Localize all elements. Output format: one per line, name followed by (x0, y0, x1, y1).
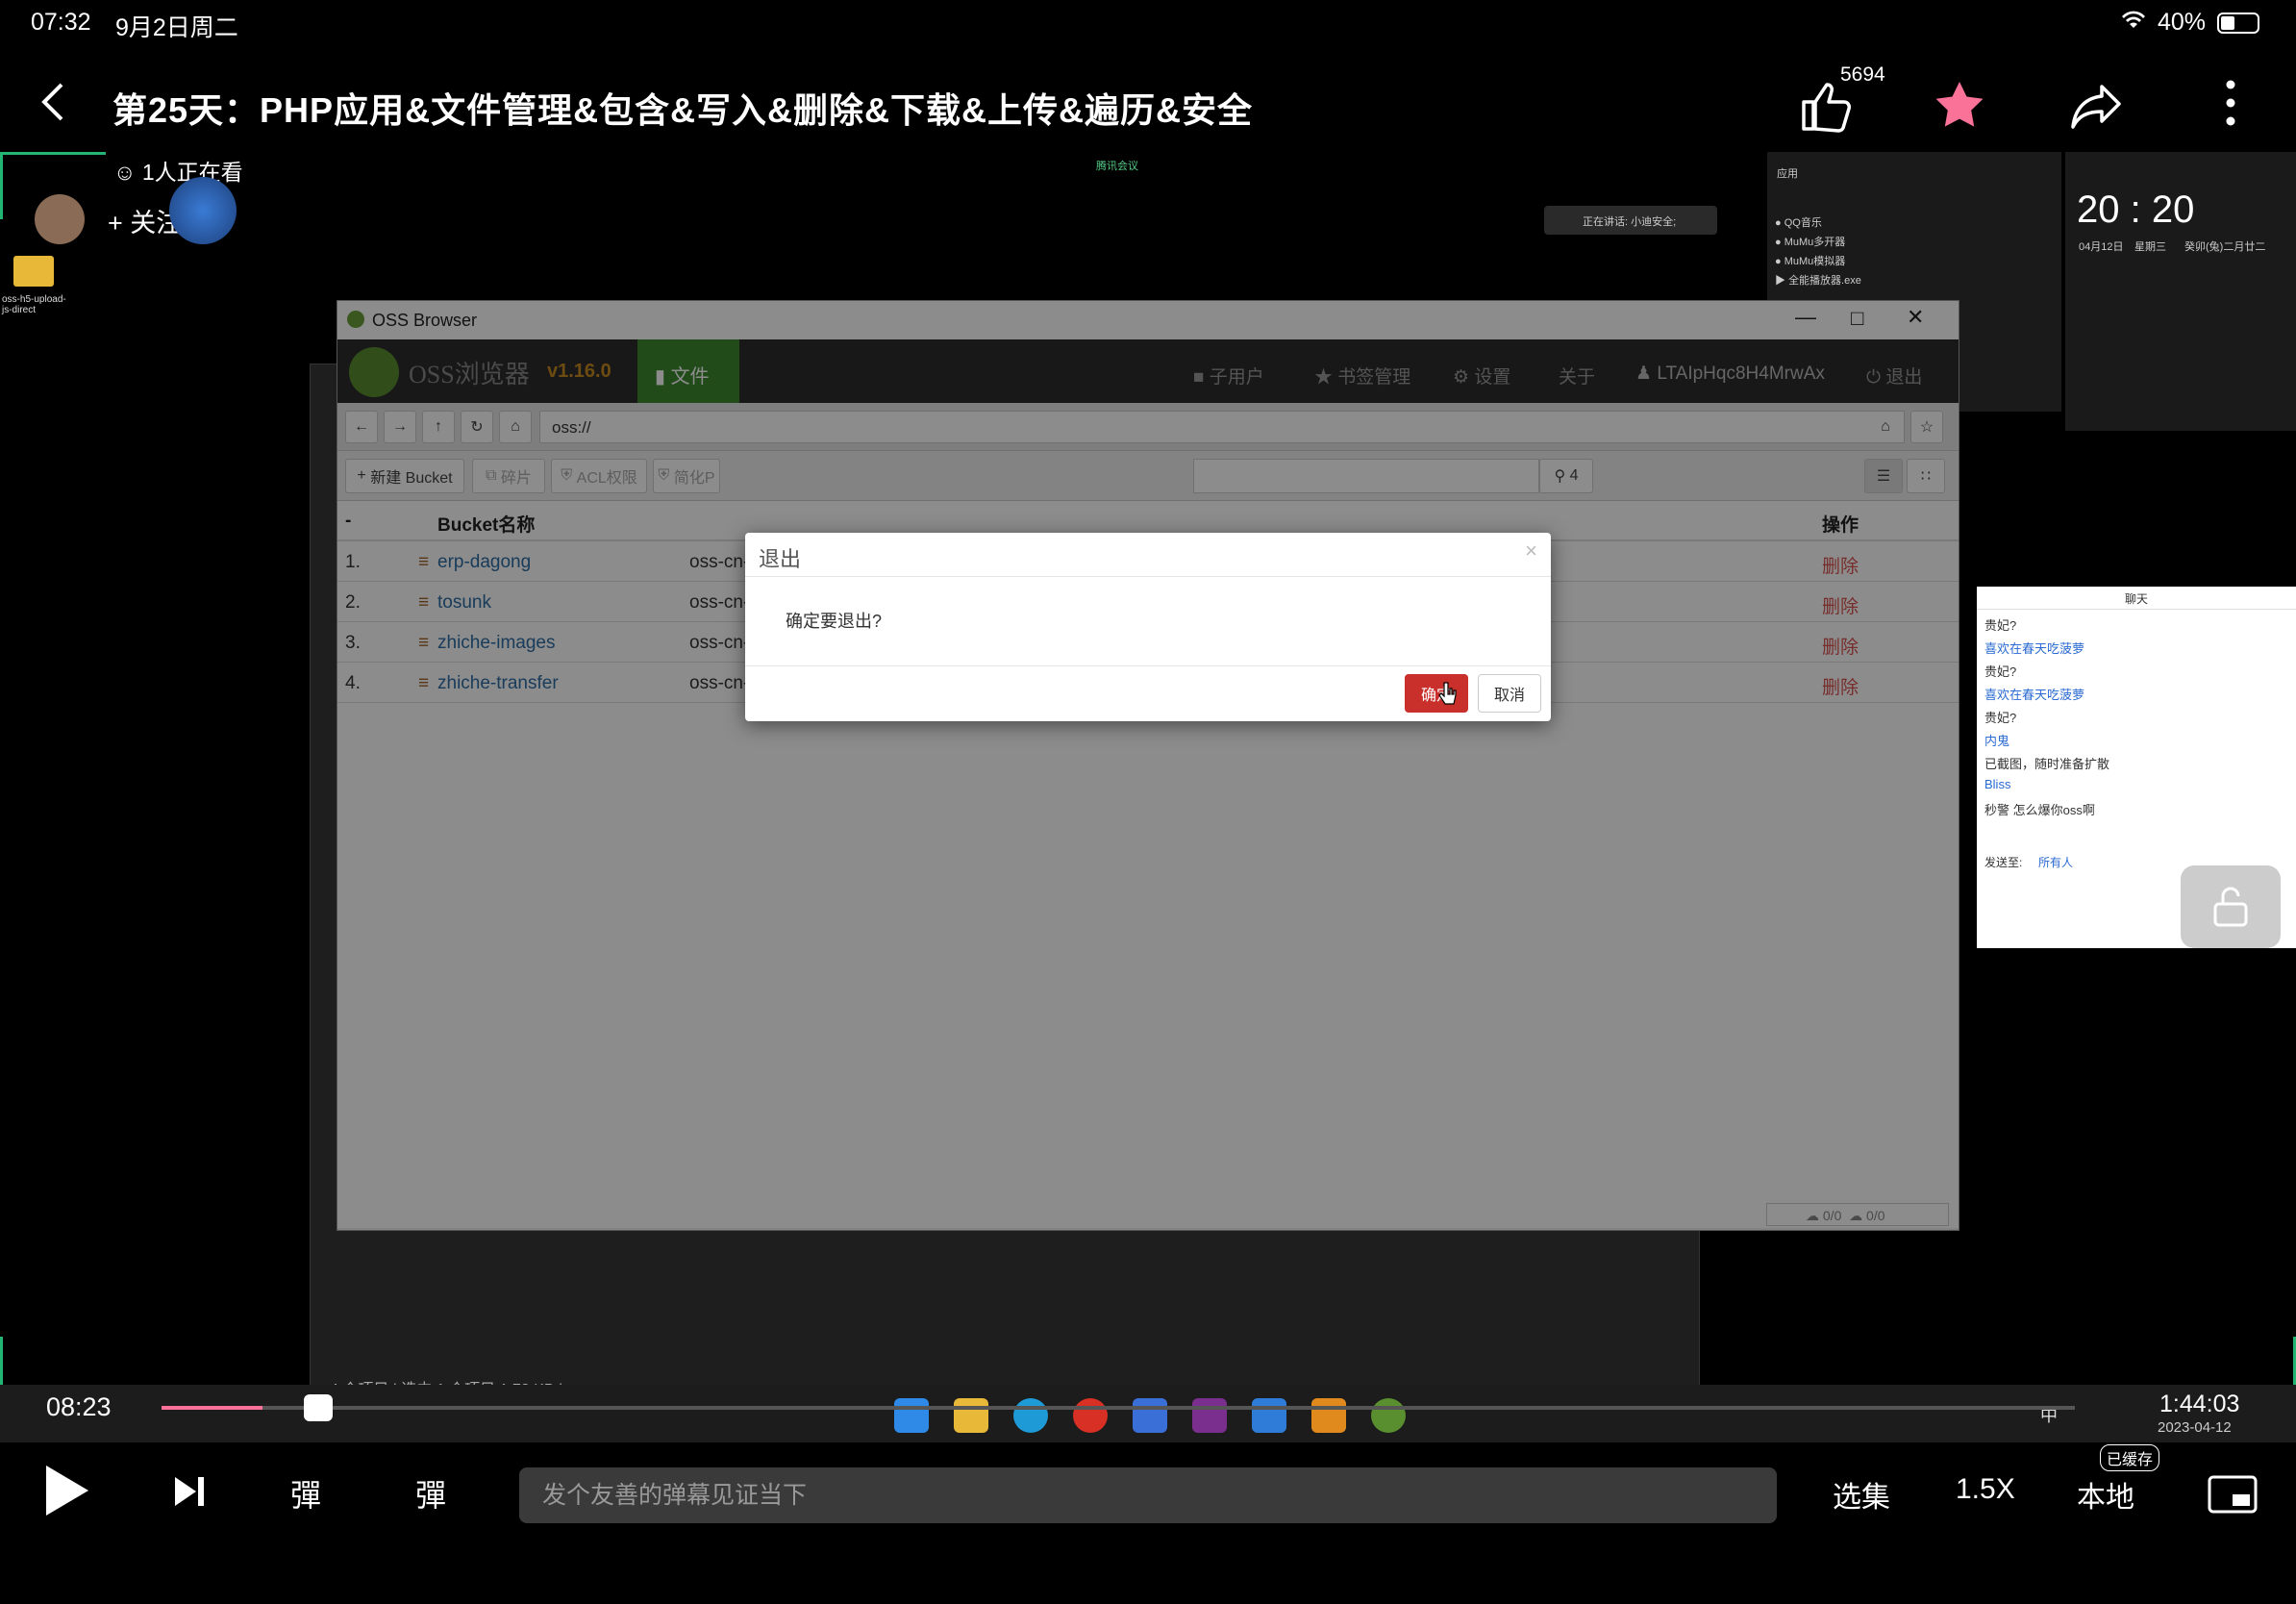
chat-window: 聊天 贵妃? 喜欢在春天吃菠萝 贵妃? 喜欢在春天吃菠萝 贵妃? 内鬼已截图，随时准备扩散… (1977, 587, 2296, 948)
danmu-input[interactable]: 发个友善的弹幕见证当下 (519, 1467, 1777, 1523)
back-button[interactable] (38, 81, 67, 131)
unlock-icon (2213, 887, 2248, 927)
chat-message: 喜欢在春天吃菠萝 (1984, 688, 2085, 702)
oss-browser-icon[interactable] (1371, 1398, 1406, 1433)
danmu-settings-button[interactable]: 彈 (415, 1471, 446, 1516)
progress-fill (162, 1406, 263, 1410)
chat-message: Bliss (1984, 777, 2011, 791)
progress-bar[interactable] (162, 1406, 2075, 1410)
share-button[interactable] (2069, 79, 2123, 138)
taskbar-date: 2023-04-12 (2158, 1419, 2232, 1436)
folder-label: oss-h5-upload-js-direct (2, 294, 66, 315)
app-item[interactable]: ● QQ音乐 (1775, 213, 1861, 233)
chat-title: 聊天 (1977, 587, 2296, 610)
status-time: 07:32 (31, 9, 91, 36)
skip-next-icon (175, 1477, 204, 1506)
dialog-title: 退出 (759, 547, 802, 571)
chat-message: 贵妃? (1984, 664, 2017, 679)
meeting-status: 正在讲话: 小迪安全; (1544, 206, 1717, 235)
person-icon: ☺ (113, 160, 142, 185)
next-button[interactable] (173, 1475, 206, 1513)
picture-in-picture-icon (2208, 1475, 2258, 1514)
dialog-footer: 确定 取消 (745, 665, 1551, 721)
screen-lock-button[interactable] (2181, 865, 2281, 948)
windows-taskbar: 中 1:44:03 2023-04-12 (0, 1385, 2296, 1448)
cached-badge: 已缓存 (2100, 1444, 2160, 1471)
share-icon (2071, 85, 2121, 129)
like-count: 5694 (1840, 63, 1885, 86)
chat-message: 已截图，随时准备扩散 (1984, 757, 2110, 771)
oss-browser-window: OSS Browser — □ ✕ OSS浏览器 v1.16.0 ▮ 文件 ■ … (337, 300, 1959, 1231)
file-explorer-icon[interactable] (954, 1398, 988, 1433)
favorite-button[interactable] (1933, 79, 1986, 138)
battery-icon (2217, 12, 2259, 34)
widget-weekday: 星期三 (2134, 241, 2166, 253)
edge-icon[interactable] (1013, 1398, 1048, 1433)
battery-percent: 40% (2157, 9, 2206, 36)
speed-button[interactable]: 1.5X (1956, 1473, 2015, 1506)
dialog-message: 确定要退出? (786, 612, 883, 631)
app-icon[interactable] (1133, 1398, 1167, 1433)
more-vertical-icon (2226, 80, 2235, 126)
app-item[interactable]: ● MuMu模拟器 (1775, 252, 1861, 271)
modal-backdrop (337, 301, 1959, 1230)
chat-message: 喜欢在春天吃菠萝 (1984, 641, 2085, 656)
app-item[interactable]: ▶ 全能播放器.exe (1775, 271, 1861, 290)
sublime-icon[interactable] (1311, 1398, 1346, 1433)
progress-thumb[interactable] (304, 1394, 333, 1421)
blue-orb-icon (169, 177, 237, 244)
video-title: 第25天：PHP应用&文件管理&包含&写入&删除&下载&上传&遍历&安全 (112, 90, 1254, 130)
chat-message: 内鬼 (1984, 734, 2010, 748)
star-icon (1935, 82, 1984, 127)
dialog-body: 确定要退出? (745, 577, 1551, 665)
widget-clock: 20 : 20 (2077, 188, 2195, 231)
chat-message: 贵妃? (1984, 618, 2017, 633)
desktop-assistant-panel: 20 : 20 04月12日 星期三 癸卯(兔)二月廿二 (2065, 152, 2296, 431)
more-button[interactable] (2225, 79, 2236, 132)
play-button[interactable] (42, 1464, 90, 1522)
phpstorm-icon[interactable] (1192, 1398, 1227, 1433)
current-time: 08:23 (46, 1392, 112, 1421)
video-header: 第25天：PHP应用&文件管理&包含&写入&删除&下载&上传&遍历&安全 569… (0, 58, 2296, 154)
video-frame[interactable]: ☺ 1人正在看 + 关注 oss-h5-upload-js-direct 腾讯会… (0, 152, 2296, 1412)
widget-lunar: 癸卯(兔)二月廿二 (2184, 241, 2266, 253)
widget-date: 04月12日 (2079, 241, 2124, 253)
start-icon[interactable] (894, 1398, 929, 1433)
danmu-toggle-button[interactable]: 彈 (290, 1471, 321, 1516)
dialog-close-icon[interactable]: × (1525, 539, 1537, 564)
thumbs-up-icon (1802, 83, 1851, 133)
play-icon (46, 1466, 88, 1516)
app-item[interactable]: ● MuMu多开器 (1775, 233, 1861, 252)
taskbar-time: 1:44:03 (2159, 1391, 2240, 1417)
send-to-label: 发送至: (1984, 856, 2023, 869)
status-bar: 07:32 9月2日周二 40% (0, 0, 2296, 46)
wifi-icon (2121, 9, 2146, 37)
send-to-select[interactable]: 所有人 (2038, 854, 2073, 870)
status-right: 40% (2121, 9, 2259, 37)
dialog-header: 退出 × (745, 533, 1551, 577)
cancel-button[interactable]: 取消 (1478, 674, 1541, 713)
frame-corner (0, 152, 106, 155)
logout-dialog: 退出 × 确定要退出? 确定 取消 (745, 533, 1551, 721)
frame-corner (0, 152, 3, 219)
meeting-label: 腾讯会议 (1096, 161, 1138, 172)
mouse-cursor-icon (1438, 681, 1458, 711)
episodes-button[interactable]: 选集 (1833, 1473, 1890, 1516)
meeting-icon[interactable] (1252, 1398, 1286, 1433)
chat-message: 秒警 怎么爆你oss啊 (1984, 803, 2095, 817)
pip-button[interactable] (2208, 1475, 2258, 1518)
folder-icon[interactable] (13, 256, 54, 287)
chat-message: 贵妃? (1984, 711, 2017, 725)
avatar[interactable] (35, 194, 85, 244)
chrome-icon[interactable] (1073, 1398, 1108, 1433)
tab-apps[interactable]: 应用 (1777, 165, 1798, 181)
watching-count: ☺ 1人正在看 (113, 154, 243, 187)
local-button[interactable]: 本地 (2077, 1473, 2134, 1516)
status-date: 9月2日周二 (115, 14, 238, 41)
app-list: ● QQ音乐 ● MuMu多开器 ● MuMu模拟器 ▶ 全能播放器.exe (1775, 213, 1861, 290)
confirm-button[interactable]: 确定 (1405, 674, 1468, 713)
like-button[interactable] (1798, 79, 1852, 138)
